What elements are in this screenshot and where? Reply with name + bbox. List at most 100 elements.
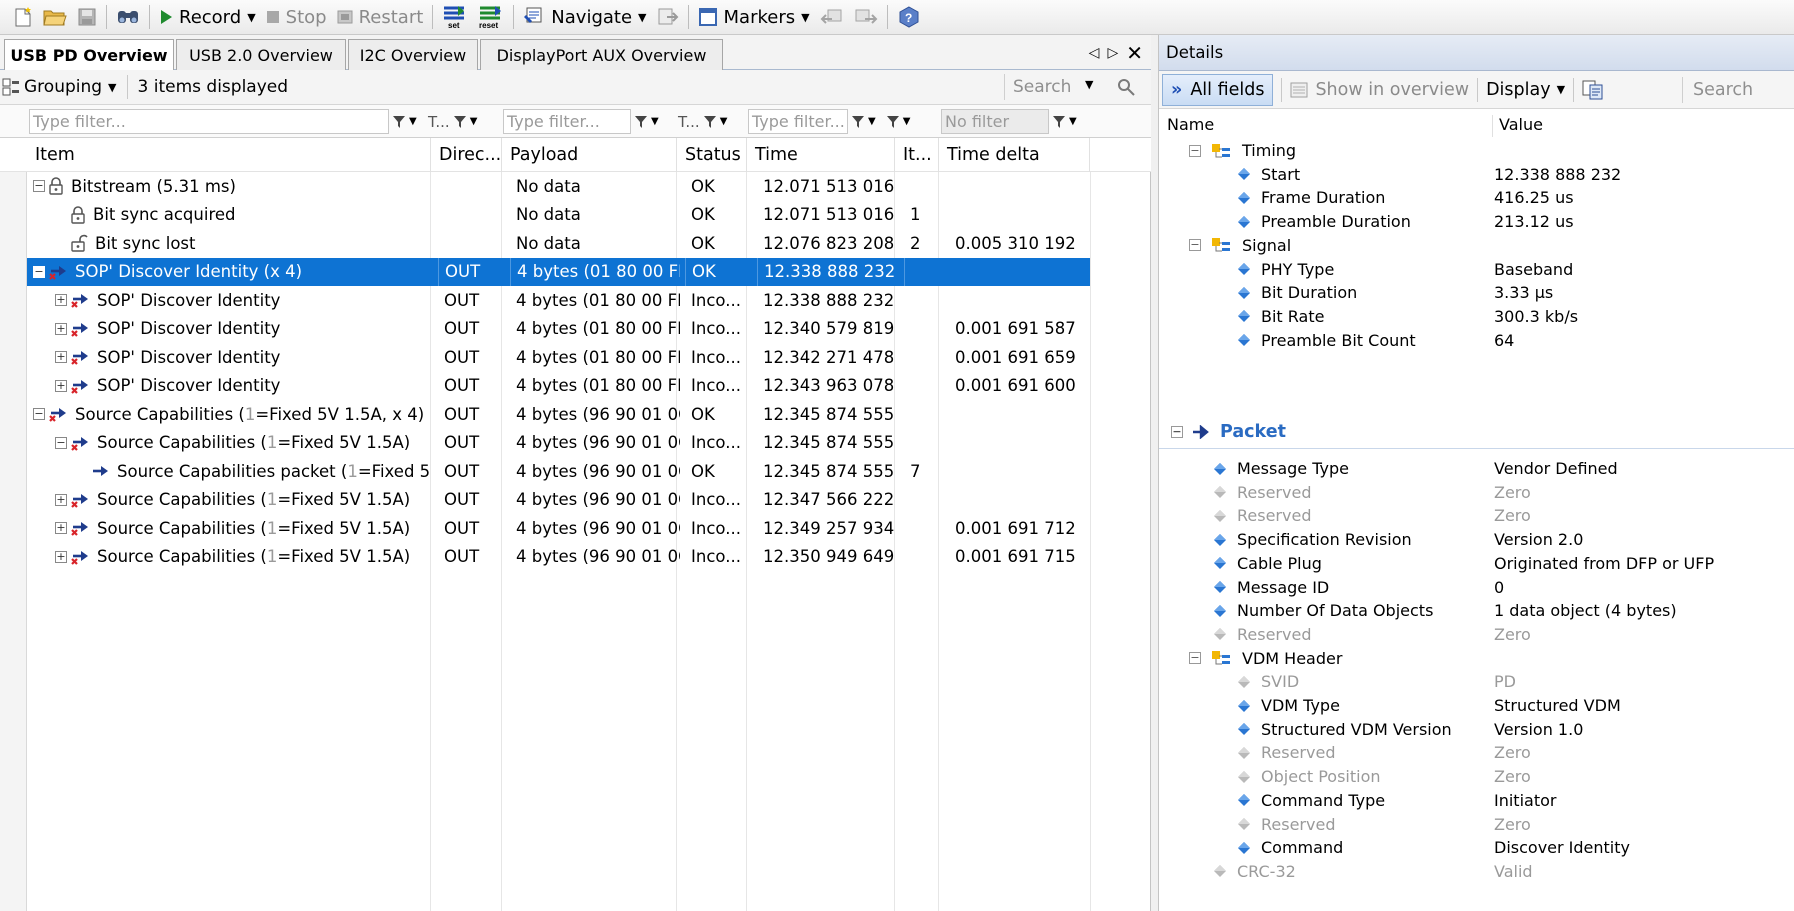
table-row[interactable]: − Source Capabilities (1 =Fixed 5V 1.5A) OU… [27, 429, 1090, 458]
collapse-icon[interactable]: − [33, 265, 45, 278]
direction-filter-button[interactable]: ▼ [453, 115, 477, 129]
details-group-row[interactable]: − Timing [1159, 139, 1794, 162]
expand-icon[interactable]: + [55, 322, 67, 335]
details-field-row[interactable]: Specification Revision Version 2.0 [1159, 528, 1794, 551]
column-header-item[interactable]: Item [27, 138, 430, 172]
expand-icon[interactable]: + [55, 351, 67, 364]
save-button[interactable] [72, 2, 102, 32]
column-header-item-index[interactable]: It... [894, 138, 938, 172]
details-field-row[interactable]: Command Discover Identity [1159, 836, 1794, 859]
collapse-icon[interactable]: − [1171, 426, 1183, 438]
details-group-row[interactable]: − Signal [1159, 234, 1794, 257]
details-field-row[interactable]: Preamble Bit Count 64 [1159, 329, 1794, 352]
item-filter-button[interactable]: ▼ [392, 115, 417, 129]
delta-filter-input[interactable]: No filter [941, 109, 1049, 134]
new-file-button[interactable] [8, 2, 38, 32]
previous-marker-button[interactable] [815, 2, 849, 32]
table-row[interactable]: Bit sync lost No data OK 12.076 823 208 2 0.0… [27, 229, 1090, 258]
table-row[interactable]: Source Capabilities packet (1=Fixed 5...… [27, 457, 1090, 486]
column-header-direction[interactable]: Direc... [430, 138, 501, 172]
table-row[interactable]: + Source Capabilities (1 =Fixed 5V 1.5A) OU… [27, 514, 1090, 543]
packet-section-header[interactable]: − Packet [1159, 417, 1794, 449]
details-field-row[interactable]: Frame Duration 416.25 us [1159, 186, 1794, 209]
table-row-selected[interactable]: − SOP' Discover Identity (x 4) OUT 4 bytes … [27, 257, 1090, 286]
search-options-icon[interactable] [1116, 77, 1136, 97]
details-field-row[interactable]: Reserved Zero [1159, 741, 1794, 764]
details-field-row[interactable]: Reserved Zero [1159, 813, 1794, 836]
column-header-status[interactable]: Status [676, 138, 746, 172]
expand-icon[interactable]: + [55, 493, 67, 506]
markers-button[interactable]: Markers ▼ [693, 2, 815, 32]
details-field-row[interactable]: Structured VDM Version Version 1.0 [1159, 718, 1794, 741]
help-button[interactable]: ? [892, 2, 926, 32]
close-icon[interactable]: ✕ [1126, 41, 1143, 65]
details-field-row[interactable]: SVID PD [1159, 670, 1794, 693]
details-field-row[interactable]: Message ID 0 [1159, 576, 1794, 599]
details-field-row[interactable]: Bit Duration 3.33 µs [1159, 281, 1794, 304]
time-filter-input[interactable]: Type filter... [748, 109, 848, 134]
details-field-row[interactable]: Cable Plug Originated from DFP or UFP [1159, 552, 1794, 575]
details-column-name[interactable]: Name [1167, 115, 1214, 134]
payload-filter-input[interactable]: Type filter... [503, 109, 631, 134]
details-field-row[interactable]: Reserved Zero [1159, 623, 1794, 646]
details-field-row[interactable]: Object Position Zero [1159, 765, 1794, 788]
table-row[interactable]: + SOP' Discover Identity OUT 4 bytes (01 80… [27, 372, 1090, 401]
status-filter-type[interactable]: T... [678, 113, 700, 131]
tab-displayport-aux-overview[interactable]: DisplayPort AUX Overview [480, 39, 723, 70]
table-row[interactable]: − Source Capabilities (1 =Fixed 5V 1.5A, x… [27, 400, 1090, 429]
details-field-row[interactable]: Preamble Duration 213.12 us [1159, 210, 1794, 233]
time-filter-button[interactable]: ▼ [851, 115, 876, 129]
column-header-payload[interactable]: Payload [501, 138, 676, 172]
collapse-icon[interactable]: − [1189, 239, 1201, 252]
open-folder-button[interactable] [38, 2, 72, 32]
navigate-button[interactable]: Navigate ▼ [518, 2, 651, 32]
details-group-row[interactable]: − VDM Header [1159, 647, 1794, 670]
details-field-row[interactable]: Reserved Zero [1159, 481, 1794, 504]
details-field-row[interactable]: CRC-32 Valid [1159, 860, 1794, 883]
chevron-down-icon[interactable]: ▼ [247, 11, 255, 24]
expand-icon[interactable]: + [55, 379, 67, 392]
tab-usb-2-overview[interactable]: USB 2.0 Overview [176, 39, 346, 70]
table-row[interactable]: + Source Capabilities (1 =Fixed 5V 1.5A) OU… [27, 486, 1090, 515]
table-row[interactable]: + SOP' Discover Identity OUT 4 bytes (01 80… [27, 343, 1090, 372]
item-index-filter-button[interactable]: ▼ [886, 115, 910, 129]
tab-scroll-right-icon[interactable]: ▷ [1107, 45, 1118, 61]
direction-filter-type[interactable]: T... [428, 113, 450, 131]
chevron-down-icon[interactable]: ▼ [638, 11, 646, 24]
item-filter-input[interactable]: Type filter... [29, 109, 389, 134]
details-field-row[interactable]: Bit Rate 300.3 kb/s [1159, 305, 1794, 328]
details-field-row[interactable]: PHY Type Baseband [1159, 258, 1794, 281]
grouping-button[interactable]: Grouping ▼ [0, 77, 117, 97]
next-marker-button[interactable] [849, 2, 883, 32]
tab-usb-pd-overview[interactable]: USB PD Overview [4, 39, 174, 71]
chevron-down-icon[interactable]: ▼ [1085, 78, 1093, 91]
expand-icon[interactable]: + [55, 294, 67, 307]
column-header-time-delta[interactable]: Time delta [938, 138, 1090, 172]
details-field-row[interactable]: Command Type Initiator [1159, 789, 1794, 812]
details-field-row[interactable]: VDM Type Structured VDM [1159, 694, 1794, 717]
details-field-row[interactable]: Message Type Vendor Defined [1159, 457, 1794, 480]
payload-filter-button[interactable]: ▼ [634, 115, 659, 129]
collapse-icon[interactable]: − [1189, 144, 1201, 157]
export-button[interactable] [652, 2, 684, 32]
collapse-icon[interactable]: − [33, 180, 45, 193]
collapse-icon[interactable]: − [33, 408, 45, 421]
reset-trigger-button[interactable]: reset [473, 2, 509, 32]
set-trigger-button[interactable]: set [437, 2, 473, 32]
details-search-input[interactable]: Search [1682, 77, 1753, 103]
restart-button[interactable]: Restart [332, 2, 429, 32]
details-field-row[interactable]: Number Of Data Objects 1 data object (4 b… [1159, 599, 1794, 622]
details-field-row[interactable]: Reserved Zero [1159, 504, 1794, 527]
all-fields-button[interactable]: » All fields [1162, 73, 1274, 106]
chevron-down-icon[interactable]: ▼ [108, 81, 116, 94]
table-row[interactable]: + SOP' Discover Identity OUT 4 bytes (01 80… [27, 286, 1090, 315]
expand-icon[interactable]: + [55, 550, 67, 563]
status-filter-button[interactable]: ▼ [703, 115, 727, 129]
collapse-icon[interactable]: − [55, 436, 67, 449]
table-row[interactable]: + SOP' Discover Identity OUT 4 bytes (01 80… [27, 315, 1090, 344]
column-header-time[interactable]: Time [746, 138, 894, 172]
table-row[interactable]: Bit sync acquired No data OK 12.071 513 016… [27, 201, 1090, 230]
find-button[interactable] [111, 2, 145, 32]
details-field-row[interactable]: Start 12.338 888 232 [1159, 163, 1794, 186]
stop-button[interactable]: Stop [261, 2, 332, 32]
